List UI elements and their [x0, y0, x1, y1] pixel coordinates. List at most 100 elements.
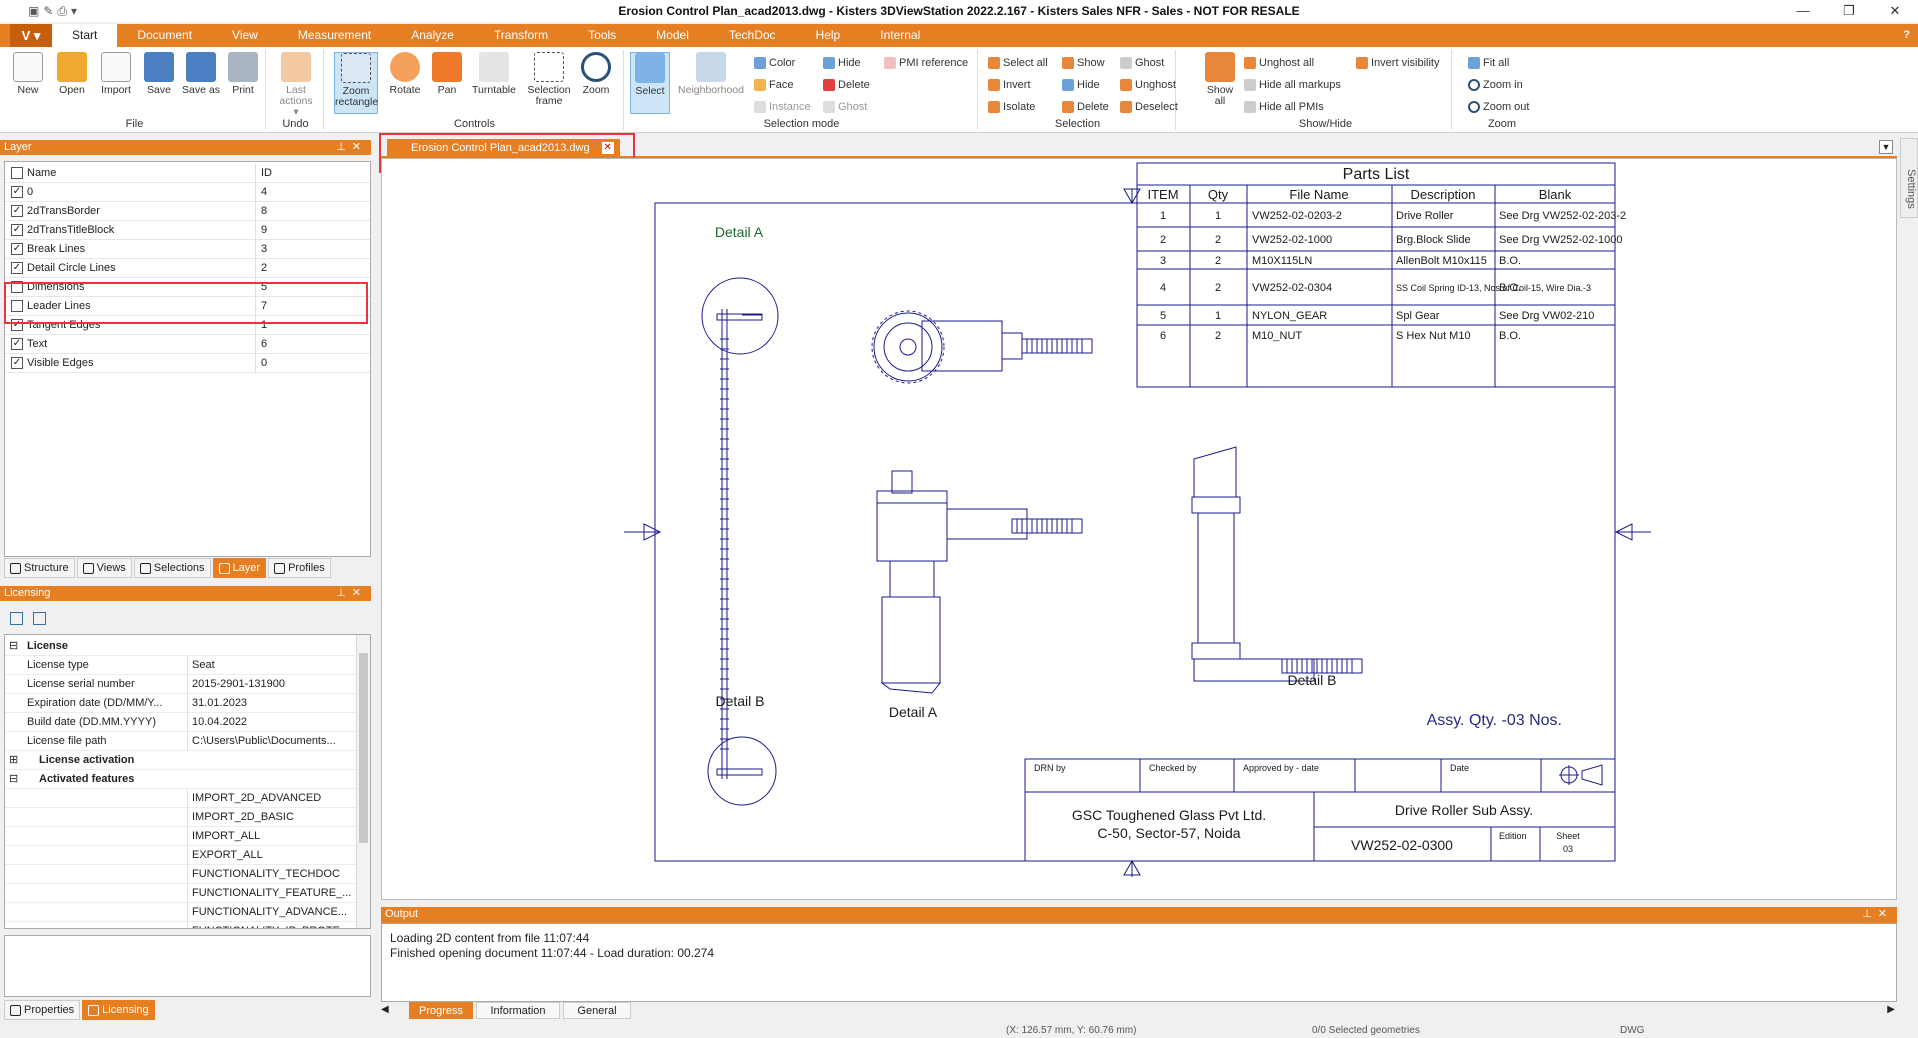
- instance-mode-button[interactable]: Instance: [754, 98, 811, 116]
- license-property-row[interactable]: FUNCTIONALITY_FEATURE_...: [5, 884, 357, 903]
- zoom-rectangle-button[interactable]: Zoom rectangle: [334, 52, 378, 114]
- layer-visibility-checkbox[interactable]: ✓: [11, 243, 23, 255]
- license-property-row[interactable]: License file path C:\Users\Public\Documen…: [5, 732, 357, 751]
- tab-start[interactable]: Start: [52, 24, 118, 47]
- invert-visibility-button[interactable]: Invert visibility: [1356, 54, 1439, 72]
- layer-visibility-checkbox[interactable]: ✓: [11, 262, 23, 274]
- layer-row[interactable]: ✓ 0 4: [5, 183, 370, 202]
- unghost-button[interactable]: Unghost: [1120, 76, 1176, 94]
- edit-quick-icon[interactable]: ✎: [43, 4, 53, 19]
- tab-progress[interactable]: Progress: [409, 1002, 473, 1019]
- license-property-row[interactable]: FUNCTIONALITY_ADVANCE...: [5, 903, 357, 922]
- layer-row[interactable]: ✓ Visible Edges 0: [5, 354, 370, 373]
- delete-selection-button[interactable]: Delete: [1062, 98, 1109, 116]
- tab-selections[interactable]: Selections: [133, 558, 211, 578]
- pin-icon[interactable]: ⊥: [336, 587, 352, 599]
- save-button[interactable]: Save: [139, 52, 179, 96]
- invert-button[interactable]: Invert: [988, 76, 1031, 94]
- license-property-row[interactable]: License type Seat: [5, 656, 357, 675]
- license-category-row[interactable]: ⊞ License activation: [5, 751, 357, 770]
- license-property-row[interactable]: IMPORT_2D_ADVANCED: [5, 789, 357, 808]
- expand-toggle-icon[interactable]: ⊟: [9, 639, 18, 652]
- tab-model[interactable]: Model: [636, 24, 709, 47]
- neighborhood-button[interactable]: Neighborhood: [674, 52, 748, 96]
- layer-row[interactable]: Dimensions 5: [5, 278, 370, 297]
- layer-row[interactable]: ✓ Tangent Edges 1: [5, 316, 370, 335]
- expand-toggle-icon[interactable]: ⊞: [9, 753, 18, 766]
- license-category-row[interactable]: ⊟ Activated features: [5, 770, 357, 789]
- tab-profiles[interactable]: Profiles: [268, 558, 331, 578]
- license-property-row[interactable]: License serial number 2015-2901-131900: [5, 675, 357, 694]
- refresh-icon[interactable]: [33, 612, 46, 625]
- tab-view[interactable]: View: [212, 24, 278, 47]
- tab-properties[interactable]: Properties: [4, 1000, 81, 1020]
- scroll-left-icon[interactable]: ◀: [381, 1004, 389, 1015]
- column-name-header[interactable]: Name: [27, 167, 56, 179]
- pan-button[interactable]: Pan: [427, 52, 467, 96]
- ghost-mode-button[interactable]: Ghost: [823, 98, 867, 116]
- close-icon[interactable]: ✕: [352, 141, 367, 153]
- tab-document[interactable]: Document: [117, 24, 212, 47]
- zoom-out-button[interactable]: Zoom out: [1468, 98, 1529, 116]
- hide-all-pmis-button[interactable]: Hide all PMIs: [1244, 98, 1324, 116]
- column-id-header[interactable]: ID: [261, 167, 272, 179]
- tab-licensing[interactable]: Licensing: [82, 1000, 155, 1020]
- last-actions-button[interactable]: Last actions ▾: [276, 52, 316, 118]
- selection-frame-button[interactable]: Selection frame: [524, 52, 574, 107]
- tab-views[interactable]: Views: [76, 558, 132, 578]
- select-all-layers-checkbox[interactable]: [11, 167, 23, 179]
- layer-visibility-checkbox[interactable]: ✓: [11, 357, 23, 369]
- zoom-button[interactable]: Zoom: [576, 52, 616, 96]
- print-button[interactable]: Print: [223, 52, 263, 96]
- license-property-row[interactable]: FUNCTIONALITY_TECHDOC: [5, 865, 357, 884]
- tab-analyze[interactable]: Analyze: [391, 24, 474, 47]
- licensing-scrollbar[interactable]: [356, 635, 370, 928]
- layer-row[interactable]: ✓ 2dTransBorder 8: [5, 202, 370, 221]
- scrollbar-thumb[interactable]: [359, 653, 368, 843]
- tab-transform[interactable]: Transform: [474, 24, 568, 47]
- isolate-button[interactable]: Isolate: [988, 98, 1035, 116]
- turntable-button[interactable]: Turntable: [468, 52, 520, 96]
- hide-all-markups-button[interactable]: Hide all markups: [1244, 76, 1341, 94]
- customize-quick-icon[interactable]: ▾: [71, 4, 77, 19]
- hide-mode-button[interactable]: Hide: [823, 54, 861, 72]
- settings-side-tab[interactable]: Settings: [1900, 138, 1918, 218]
- maximize-button[interactable]: ❐: [1826, 0, 1872, 22]
- tab-tools[interactable]: Tools: [568, 24, 636, 47]
- tab-dropdown-icon[interactable]: ▼: [1879, 140, 1893, 154]
- import-button[interactable]: Import: [96, 52, 136, 96]
- document-tab[interactable]: Erosion Control Plan_acad2013.dwg ✕: [387, 139, 620, 158]
- layer-row[interactable]: ✓ Break Lines 3: [5, 240, 370, 259]
- layer-row[interactable]: ✓ Detail Circle Lines 2: [5, 259, 370, 278]
- fit-all-button[interactable]: Fit all: [1468, 54, 1509, 72]
- tab-layer[interactable]: Layer: [212, 558, 267, 578]
- help-icon[interactable]: ?: [1903, 24, 1910, 47]
- license-property-row[interactable]: IMPORT_2D_BASIC: [5, 808, 357, 827]
- close-icon[interactable]: ✕: [352, 587, 367, 599]
- license-property-row[interactable]: EXPORT_ALL: [5, 846, 357, 865]
- show-all-button[interactable]: Show all: [1202, 52, 1238, 107]
- scroll-right-icon[interactable]: ▶: [1887, 1004, 1895, 1015]
- license-category-row[interactable]: ⊟ License: [5, 637, 357, 656]
- license-property-row[interactable]: FUNCTIONALITY_IP_PROTE...: [5, 922, 357, 928]
- open-button[interactable]: Open: [52, 52, 92, 96]
- close-button[interactable]: ✕: [1872, 0, 1918, 22]
- close-icon[interactable]: ✕: [1878, 908, 1893, 920]
- select-button[interactable]: Select: [630, 52, 670, 114]
- license-property-row[interactable]: Expiration date (DD/MM/Y... 31.01.2023: [5, 694, 357, 713]
- zoom-in-button[interactable]: Zoom in: [1468, 76, 1523, 94]
- layer-visibility-checkbox[interactable]: ✓: [11, 205, 23, 217]
- tab-structure[interactable]: Structure: [4, 558, 75, 578]
- pin-icon[interactable]: ⊥: [336, 141, 352, 153]
- layer-row[interactable]: Leader Lines 7: [5, 297, 370, 316]
- layer-visibility-checkbox[interactable]: ✓: [11, 338, 23, 350]
- tab-information[interactable]: Information: [476, 1002, 560, 1019]
- layer-visibility-checkbox[interactable]: [11, 281, 23, 293]
- app-menu-button[interactable]: V ▾: [10, 24, 52, 47]
- save-as-button[interactable]: Save as: [181, 52, 221, 96]
- expand-toggle-icon[interactable]: ⊟: [9, 772, 18, 785]
- tab-internal[interactable]: Internal: [860, 24, 940, 47]
- color-mode-button[interactable]: Color: [754, 54, 795, 72]
- show-button[interactable]: Show: [1062, 54, 1105, 72]
- pin-icon[interactable]: ⊥: [1862, 908, 1878, 920]
